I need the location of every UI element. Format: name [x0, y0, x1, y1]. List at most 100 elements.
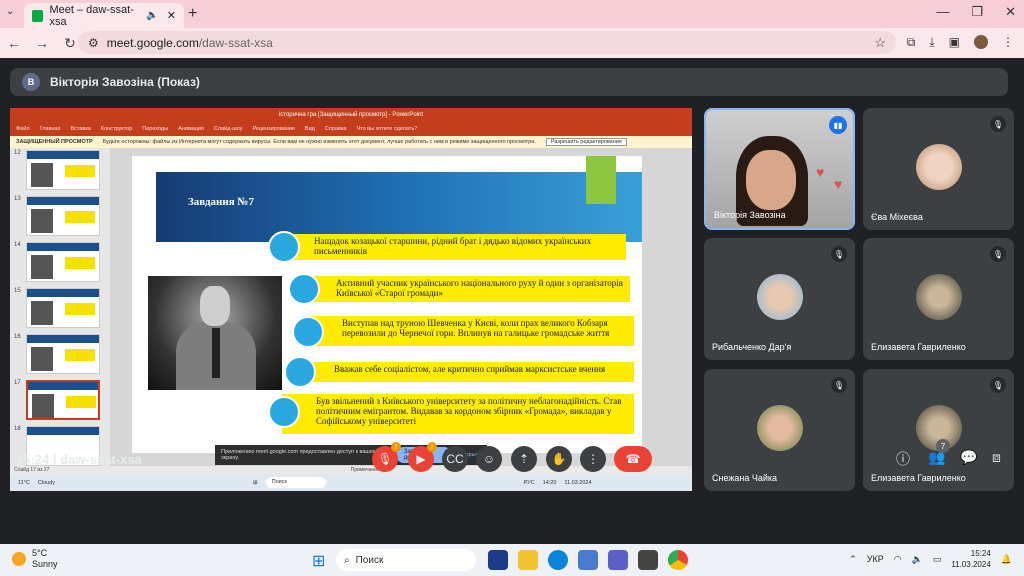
thumb-yellow	[65, 349, 95, 361]
thumb-header	[27, 151, 99, 159]
thumb-header	[28, 382, 98, 390]
tab-meet[interactable]: Meet – daw-ssat-xsa 🔈 ✕	[24, 3, 184, 28]
participant-tile[interactable]: ♥ ♥ ▮▮ Вікторія Завозіна	[704, 108, 855, 230]
participant-tile[interactable]: 🎙 Рибальченко Дар'я	[704, 238, 855, 360]
wifi-icon[interactable]: ◠	[894, 554, 902, 565]
activities-icon[interactable]: ⧈	[992, 449, 1001, 466]
slide-item: Виступав над труною Шевченка у Києві, ко…	[308, 316, 634, 346]
ribbon-tab: Главная	[39, 126, 61, 132]
inner-clock-time: 14:20	[542, 479, 557, 486]
ribbon-tab: Конструктор	[100, 126, 133, 132]
more-options-button[interactable]: ⋮	[580, 446, 606, 472]
protected-view-bar: ЗАЩИЩЕННЫЙ ПРОСМОТР Будьте осторожны: фа…	[10, 136, 692, 148]
download-icon[interactable]: ⤓	[929, 35, 934, 50]
forward-icon[interactable]: →	[28, 35, 56, 51]
participant-name: Єва Міхеєва	[871, 212, 923, 222]
restore-icon[interactable]: ❐	[971, 4, 983, 20]
chevron-up-icon[interactable]: ⌃	[849, 554, 857, 565]
clock-time: 15:24	[970, 549, 991, 558]
thumb-yellow	[65, 303, 95, 315]
participant-tile[interactable]: 🎙 Елизавета Гавриленко	[863, 238, 1014, 360]
slide-green-accent	[586, 156, 616, 204]
extension-icon[interactable]: ⧉	[907, 35, 916, 50]
thumb-number: 13	[14, 196, 21, 202]
notification-bell-icon[interactable]: 🔔	[1001, 554, 1012, 565]
system-tray: ⌃ УКР ◠ 🔈 ▭ 15:24 11.03.2024 🔔	[849, 548, 1012, 570]
meeting-clock: 15:24	[16, 451, 50, 467]
shared-screen: історична гра [Защищенный просмотр] - Po…	[10, 108, 692, 491]
inner-lang: РУС	[523, 479, 535, 486]
mic-toggle-button[interactable]: 🎙!	[372, 442, 401, 472]
menu-kebab-icon[interactable]: ⋮	[1002, 35, 1014, 50]
mic-off-icon: 🎙	[831, 377, 847, 393]
volume-icon[interactable]: 🔈	[912, 554, 923, 565]
address-bar[interactable]: ⚙ meet.google.com/daw-ssat-xsa ☆	[78, 31, 896, 54]
cam-face	[746, 150, 796, 210]
speaker-icon[interactable]: 🔈	[146, 10, 158, 21]
participant-avatar	[916, 144, 962, 190]
thumb-photo	[31, 255, 53, 279]
profile-avatar[interactable]	[974, 35, 988, 49]
language-indicator[interactable]: УКР	[867, 554, 884, 564]
clock[interactable]: 15:24 11.03.2024	[951, 548, 990, 570]
close-tab-icon[interactable]: ✕	[167, 9, 176, 22]
captions-button[interactable]: CC	[442, 446, 468, 472]
bookmark-star-icon[interactable]: ☆	[874, 35, 886, 51]
app-icon[interactable]	[488, 550, 508, 570]
presenter-avatar: В	[22, 73, 40, 91]
start-icon[interactable]: ⊞	[312, 551, 325, 571]
slide-title: Завдання №7	[188, 196, 254, 208]
weather-widget[interactable]: 5°C Sunny	[12, 548, 58, 570]
participant-name: Рибальченко Дар'я	[712, 342, 792, 352]
thumbnail: 12	[14, 150, 106, 194]
powerpoint-title: історична гра [Защищенный просмотр] - Po…	[10, 108, 692, 122]
thumb-photo	[31, 301, 53, 325]
slide-bullet	[284, 356, 316, 388]
participant-tile[interactable]: 🎙 Єва Міхеєва	[863, 108, 1014, 230]
tab-search-icon[interactable]: ⌄	[6, 6, 14, 17]
close-window-icon[interactable]: ✕	[1005, 4, 1016, 20]
participant-avatar	[916, 274, 962, 320]
back-icon[interactable]: ←	[0, 35, 28, 51]
slide-thumbnails: 12 13 14 15 16 17 18	[10, 148, 110, 466]
browser-toolbar: ← → ↻ ⚙ meet.google.com/daw-ssat-xsa ☆ ⧉…	[0, 28, 1024, 58]
minimize-icon[interactable]: —	[936, 4, 949, 20]
leave-call-button[interactable]: ☎	[614, 446, 652, 472]
chrome-icon[interactable]	[668, 550, 688, 570]
thumb-image-selected	[26, 380, 100, 420]
meeting-details-icon[interactable]: ⓘ	[896, 449, 910, 469]
store-icon[interactable]	[578, 550, 598, 570]
slide-item: Вважав себе соціалістом, але критично сп…	[300, 362, 634, 382]
ribbon-tab: Вид	[304, 126, 315, 132]
slide-item: Активний учасник українського національн…	[302, 276, 630, 302]
site-info-icon[interactable]: ⚙	[88, 36, 99, 50]
tab-title: Meet – daw-ssat-xsa	[49, 3, 134, 28]
ribbon-tab: Что вы хотите сделать?	[356, 126, 418, 132]
present-button[interactable]: ⇡	[511, 446, 537, 472]
meeting-time: 15:24 | daw-ssat-xsa	[16, 451, 142, 467]
teams-icon[interactable]	[608, 550, 628, 570]
app-icon[interactable]	[638, 550, 658, 570]
thumbnail: 13	[14, 196, 106, 240]
raise-hand-button[interactable]: ✋	[546, 446, 572, 472]
mic-off-icon: 🎙	[990, 116, 1006, 132]
chat-icon[interactable]: 💬	[960, 449, 977, 466]
thumb-number: 14	[14, 242, 21, 248]
heart-decor: ♥	[816, 164, 825, 180]
powerpoint-ribbon: Файл Главная Вставка Конструктор Переход…	[10, 122, 692, 136]
windows-search[interactable]: ⌕ Поиск	[336, 549, 476, 571]
sidepanel-icon[interactable]: ▣	[949, 35, 960, 50]
file-explorer-icon[interactable]	[518, 550, 538, 570]
window-controls: — ❐ ✕	[936, 4, 1016, 20]
new-tab-button[interactable]: +	[188, 5, 197, 23]
participant-avatar	[757, 274, 803, 320]
camera-toggle-button[interactable]: ▶!	[408, 442, 437, 472]
browser-tab-bar: ⌄ Meet – daw-ssat-xsa 🔈 ✕ + — ❐ ✕	[0, 0, 1024, 28]
edge-icon[interactable]	[548, 550, 568, 570]
thumb-image	[26, 288, 100, 328]
battery-icon[interactable]: ▭	[933, 554, 942, 565]
inner-weather-desc: Cloudy	[37, 479, 56, 486]
slide-photo	[148, 276, 282, 390]
ribbon-tab: Анимация	[178, 126, 204, 132]
reactions-button[interactable]: ☺	[476, 446, 502, 472]
